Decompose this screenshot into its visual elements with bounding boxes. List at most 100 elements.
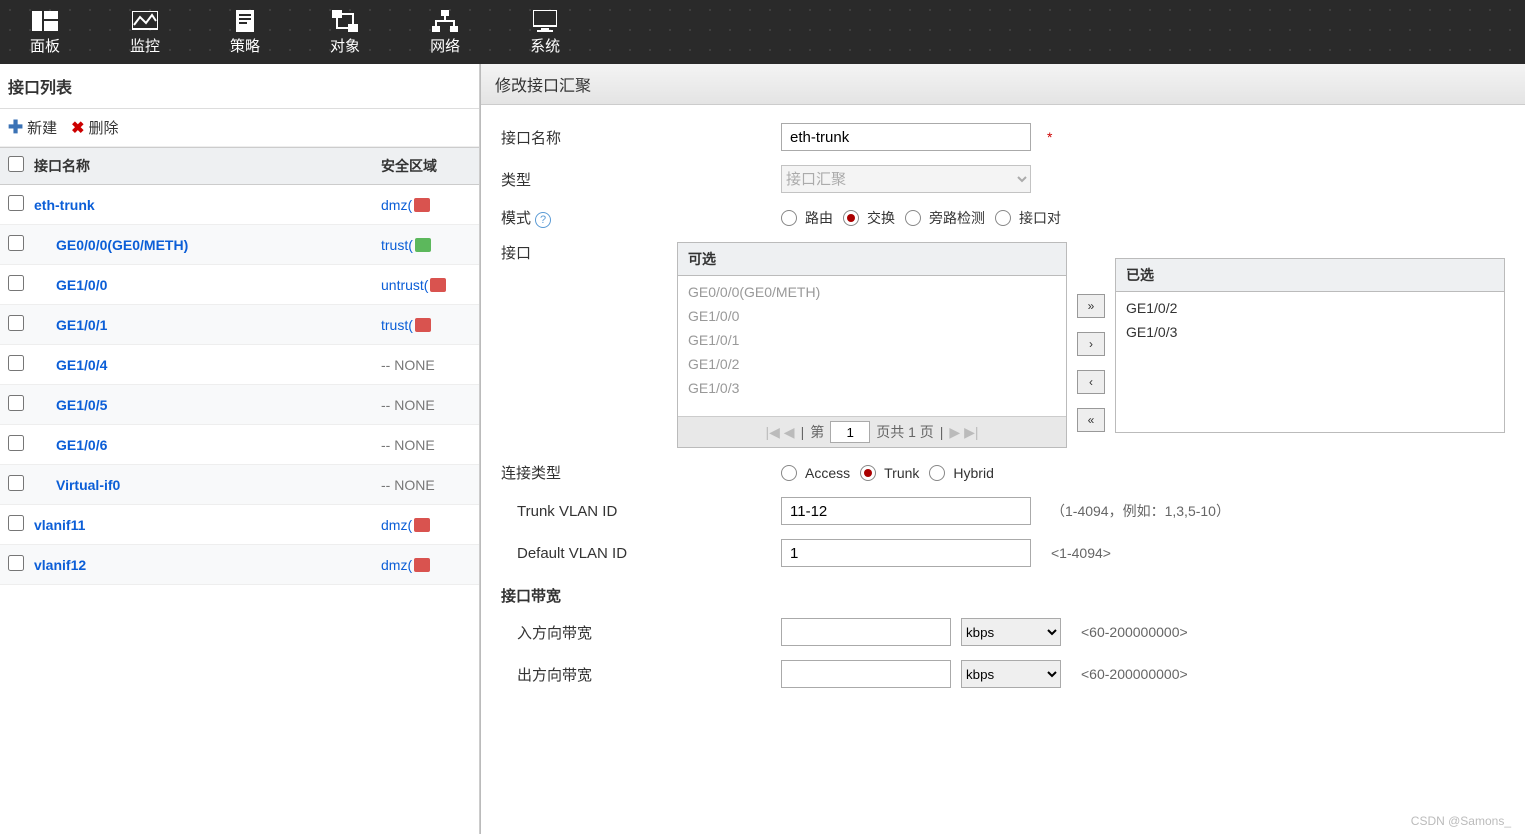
interface-name[interactable]: GE1/0/5	[34, 397, 381, 413]
table-row[interactable]: GE0/0/0(GE0/METH)trust(	[0, 225, 479, 265]
interface-name[interactable]: vlanif12	[34, 557, 381, 573]
available-body[interactable]: GE0/0/0(GE0/METH)GE1/0/0GE1/0/1GE1/0/2GE…	[678, 276, 1066, 416]
name-input[interactable]	[781, 123, 1031, 151]
in-bw-input[interactable]	[781, 618, 951, 646]
out-bw-unit[interactable]: kbps	[961, 660, 1061, 688]
nav-object[interactable]: 对象	[320, 5, 370, 60]
mode-radio-旁路检测[interactable]: 旁路检测	[905, 208, 985, 228]
available-item[interactable]: GE1/0/0	[678, 304, 1066, 328]
conn-radio-Trunk[interactable]: Trunk	[860, 465, 919, 481]
interface-name[interactable]: GE1/0/6	[34, 437, 381, 453]
system-icon	[531, 9, 559, 33]
conn-radio-Access[interactable]: Access	[781, 465, 850, 481]
type-label: 类型	[501, 169, 781, 190]
mode-radio-路由[interactable]: 路由	[781, 208, 833, 228]
in-bw-unit[interactable]: kbps	[961, 618, 1061, 646]
required-mark: *	[1047, 129, 1052, 145]
table-row[interactable]: GE1/0/4-- NONE	[0, 345, 479, 385]
table-row[interactable]: GE1/0/0untrust(	[0, 265, 479, 305]
list-header: 接口名称 安全区域	[0, 147, 479, 185]
interface-name[interactable]: eth-trunk	[34, 197, 381, 213]
zone-icon	[430, 278, 446, 292]
default-vlan-input[interactable]	[781, 539, 1031, 567]
zone-icon	[415, 318, 431, 332]
zone-icon	[415, 238, 431, 252]
table-row[interactable]: GE1/0/6-- NONE	[0, 425, 479, 465]
conn-radio-Hybrid[interactable]: Hybrid	[929, 465, 993, 481]
pager-page-input[interactable]	[830, 421, 870, 443]
move-left-button[interactable]: ‹	[1077, 370, 1105, 394]
selected-body[interactable]: GE1/0/2GE1/0/3	[1116, 292, 1504, 432]
row-checkbox[interactable]	[8, 315, 24, 331]
mode-radio-接口对[interactable]: 接口对	[995, 208, 1061, 228]
conn-type-label: 连接类型	[501, 462, 781, 483]
delete-button[interactable]: ✖ 删除	[71, 117, 118, 138]
interface-name[interactable]: GE1/0/4	[34, 357, 381, 373]
row-checkbox[interactable]	[8, 355, 24, 371]
out-bw-input[interactable]	[781, 660, 951, 688]
nav-network[interactable]: 网络	[420, 5, 470, 60]
list-body: eth-trunkdmz(GE0/0/0(GE0/METH)trust(GE1/…	[0, 185, 479, 585]
zone-cell: untrust(	[381, 277, 471, 293]
mode-radio-group: 路由交换旁路检测接口对	[781, 208, 1061, 228]
row-checkbox[interactable]	[8, 475, 24, 491]
mode-radio-交换[interactable]: 交换	[843, 208, 895, 228]
default-vlan-label: Default VLAN ID	[501, 545, 781, 562]
watermark: CSDN @Samons_	[1411, 814, 1511, 828]
table-row[interactable]: Virtual-if0-- NONE	[0, 465, 479, 505]
new-button[interactable]: ✚ 新建	[8, 117, 57, 138]
zone-cell: dmz(	[381, 557, 471, 573]
table-row[interactable]: eth-trunkdmz(	[0, 185, 479, 225]
out-bw-label: 出方向带宽	[501, 664, 781, 685]
row-checkbox[interactable]	[8, 395, 24, 411]
row-checkbox[interactable]	[8, 515, 24, 531]
nav-policy[interactable]: 策略	[220, 5, 270, 60]
radio-icon	[843, 210, 859, 226]
table-row[interactable]: GE1/0/5-- NONE	[0, 385, 479, 425]
object-icon	[331, 9, 359, 33]
policy-icon	[231, 9, 259, 33]
row-checkbox[interactable]	[8, 275, 24, 291]
default-vlan-hint: <1-4094>	[1051, 545, 1111, 561]
pager-first-icon[interactable]: |◀ ◀	[766, 424, 795, 441]
table-row[interactable]: GE1/0/1trust(	[0, 305, 479, 345]
move-right-button[interactable]: ›	[1077, 332, 1105, 356]
selected-item[interactable]: GE1/0/3	[1116, 320, 1504, 344]
table-row[interactable]: vlanif12dmz(	[0, 545, 479, 585]
interface-name[interactable]: vlanif11	[34, 517, 381, 533]
trunk-vlan-input[interactable]	[781, 497, 1031, 525]
help-icon[interactable]: ?	[535, 212, 551, 228]
select-all-checkbox[interactable]	[8, 156, 24, 172]
nav-label: 网络	[430, 35, 460, 56]
interface-name[interactable]: GE1/0/1	[34, 317, 381, 333]
interface-name[interactable]: Virtual-if0	[34, 477, 381, 493]
available-item[interactable]: GE1/0/1	[678, 328, 1066, 352]
nav-dashboard[interactable]: 面板	[20, 5, 70, 60]
name-label: 接口名称	[501, 127, 781, 148]
interface-label: 接口	[501, 242, 677, 263]
pager-last-icon[interactable]: ▶ ▶|	[949, 424, 978, 441]
row-checkbox[interactable]	[8, 235, 24, 251]
available-list: 可选 GE0/0/0(GE0/METH)GE1/0/0GE1/0/1GE1/0/…	[677, 242, 1067, 448]
zone-cell: dmz(	[381, 517, 471, 533]
zone-cell: trust(	[381, 317, 471, 333]
radio-icon	[995, 210, 1011, 226]
mode-label: 模式?	[501, 207, 781, 228]
interface-name[interactable]: GE0/0/0(GE0/METH)	[34, 237, 381, 253]
table-row[interactable]: vlanif11dmz(	[0, 505, 479, 545]
row-checkbox[interactable]	[8, 555, 24, 571]
nav-system[interactable]: 系统	[520, 5, 570, 60]
row-checkbox[interactable]	[8, 435, 24, 451]
row-checkbox[interactable]	[8, 195, 24, 211]
available-item[interactable]: GE1/0/2	[678, 352, 1066, 376]
available-item[interactable]: GE0/0/0(GE0/METH)	[678, 280, 1066, 304]
selected-item[interactable]: GE1/0/2	[1116, 296, 1504, 320]
move-all-left-button[interactable]: «	[1077, 408, 1105, 432]
interface-name[interactable]: GE1/0/0	[34, 277, 381, 293]
move-all-right-button[interactable]: »	[1077, 294, 1105, 318]
nav-monitor[interactable]: 监控	[120, 5, 170, 60]
zone-icon	[414, 518, 430, 532]
radio-icon	[929, 465, 945, 481]
available-item[interactable]: GE1/0/3	[678, 376, 1066, 400]
pager: |◀ ◀ | 第 页共 1 页 | ▶ ▶|	[678, 416, 1066, 447]
